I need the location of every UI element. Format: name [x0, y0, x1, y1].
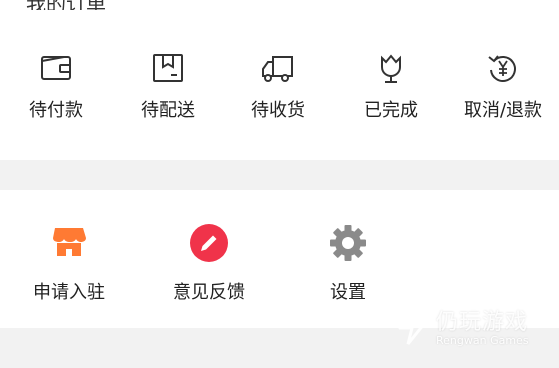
order-cancel-refund[interactable]: 取消/退款: [453, 48, 553, 128]
order-pending-receipt[interactable]: 待收货: [228, 48, 328, 128]
feedback-button[interactable]: 意见反馈: [154, 222, 264, 303]
watermark-brand: 仍玩游戏: [436, 310, 529, 335]
refund-icon: [483, 48, 523, 88]
order-pending-delivery[interactable]: 待配送: [118, 48, 218, 128]
brand-watermark: 仍玩游戏 Rengwan Games: [384, 304, 554, 354]
gear-icon: [327, 222, 369, 264]
service-label: 申请入驻: [33, 282, 105, 303]
tulip-icon: [371, 48, 411, 88]
pencil-icon: [188, 222, 230, 264]
order-item-label: 已完成: [364, 100, 418, 121]
order-item-label: 取消/退款: [463, 100, 543, 121]
apply-settle-in-button[interactable]: 申请入驻: [14, 222, 124, 303]
settings-button[interactable]: 设置: [293, 222, 403, 303]
truck-icon: [258, 48, 298, 88]
order-completed[interactable]: 已完成: [341, 48, 441, 128]
watermark-logo-icon: [387, 308, 428, 345]
order-section-header: 我的订单: [0, 0, 559, 16]
package-icon: [148, 48, 188, 88]
service-label: 设置: [330, 282, 366, 303]
order-item-label: 待收货: [251, 100, 305, 121]
store-icon: [48, 222, 90, 264]
order-item-label: 待配送: [141, 100, 195, 121]
order-item-label: 待付款: [29, 100, 83, 121]
order-pending-payment[interactable]: 待付款: [6, 48, 106, 128]
watermark-sub: Rengwan Games: [436, 334, 529, 347]
order-status-section: 待付款 待配送 待收货 已完成 取消/退款: [0, 10, 559, 160]
wallet-icon: [36, 48, 76, 88]
service-label: 意见反馈: [173, 282, 245, 303]
